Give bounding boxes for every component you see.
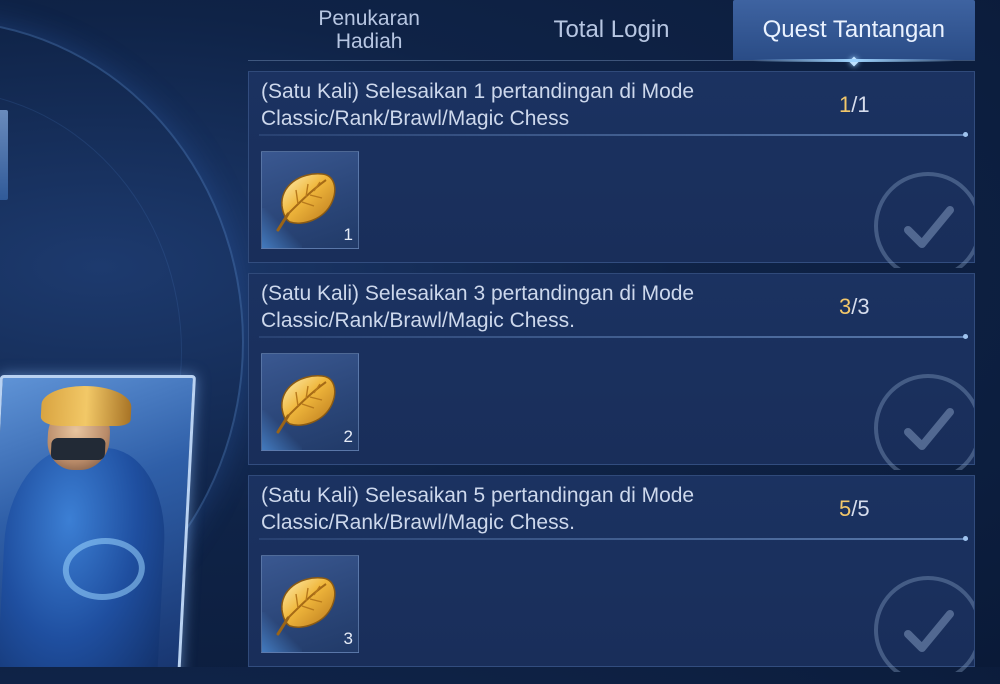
claimed-check-icon	[904, 408, 954, 450]
edge-card-decoration	[0, 110, 8, 200]
tab-total-login[interactable]: Total Login	[490, 0, 732, 60]
quest-progress: 1/1	[839, 92, 870, 118]
quest-title: (Satu Kali) Selesaikan 3 pertandingan di…	[261, 282, 695, 332]
quest-item: (Satu Kali) Selesaikan 3 pertandingan di…	[248, 273, 975, 470]
quest-title: (Satu Kali) Selesaikan 5 pertandingan di…	[261, 484, 695, 534]
quest-list: (Satu Kali) Selesaikan 1 pertandingan di…	[248, 71, 975, 677]
tab-quest-tantangan[interactable]: Quest Tantangan	[732, 0, 975, 67]
reward-slot[interactable]: 1	[261, 151, 359, 249]
tab-label: Penukaran Hadiah	[318, 7, 420, 53]
claimed-check-icon	[904, 206, 954, 248]
tab-label: Quest Tantangan	[762, 16, 945, 43]
claimed-check-icon	[904, 610, 954, 652]
reward-slot[interactable]: 2	[261, 353, 359, 451]
reward-quantity: 1	[343, 225, 353, 244]
hero-mask	[50, 438, 106, 460]
progress-done: 3	[839, 294, 852, 319]
quest-progress: 3/3	[839, 294, 870, 320]
divider	[259, 536, 968, 541]
golden-leaf-icon	[276, 375, 336, 434]
divider	[259, 334, 968, 339]
hero-portrait-card	[0, 375, 197, 667]
golden-leaf-icon	[276, 173, 336, 232]
tab-bar: Penukaran Hadiah Total Login Quest Tanta…	[248, 0, 975, 67]
golden-leaf-icon	[276, 577, 336, 636]
hero-art-panel	[0, 0, 250, 667]
reward-slot[interactable]: 3	[261, 555, 359, 653]
quest-item: (Satu Kali) Selesaikan 1 pertandingan di…	[248, 71, 975, 268]
active-tab-indicator	[848, 56, 859, 67]
hero-hair	[40, 386, 133, 426]
reward-quantity: 3	[343, 629, 353, 648]
progress-total: /3	[851, 294, 870, 319]
progress-done: 5	[839, 496, 852, 521]
quest-title: (Satu Kali) Selesaikan 1 pertandingan di…	[261, 80, 695, 130]
divider	[259, 132, 968, 137]
reward-quantity: 2	[343, 427, 353, 446]
tab-label: Total Login	[553, 16, 670, 43]
progress-done: 1	[839, 92, 852, 117]
tab-penukaran-hadiah[interactable]: Penukaran Hadiah	[248, 0, 490, 60]
progress-total: /5	[851, 496, 870, 521]
quest-item: (Satu Kali) Selesaikan 5 pertandingan di…	[248, 475, 975, 672]
progress-total: /1	[851, 92, 870, 117]
quest-progress: 5/5	[839, 496, 870, 522]
